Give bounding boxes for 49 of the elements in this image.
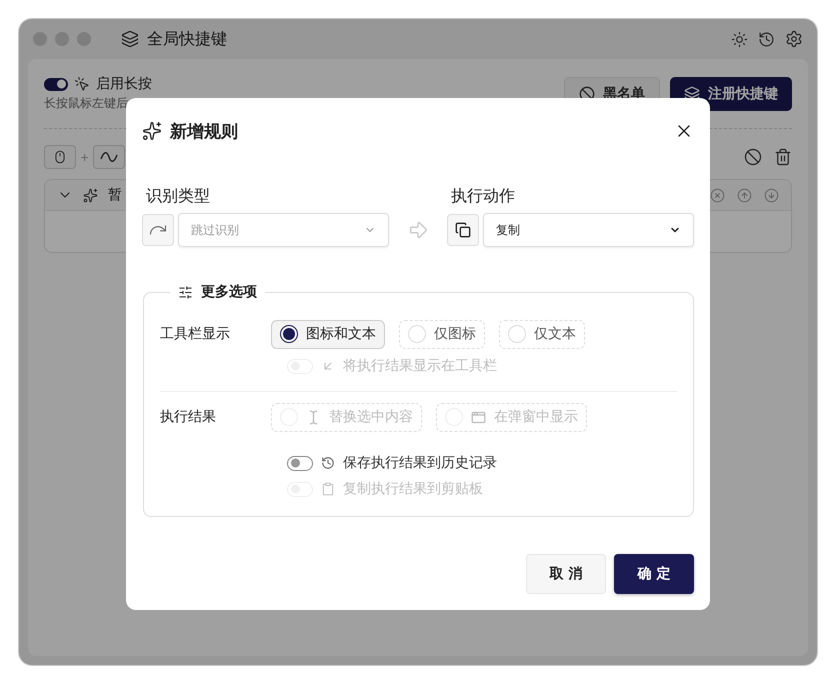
long-press-toggle[interactable]	[44, 78, 68, 90]
copy-button[interactable]	[447, 214, 479, 246]
mouse-key-chip[interactable]	[44, 145, 76, 169]
radio-option[interactable]: 仅文本	[499, 320, 585, 348]
window-icon	[471, 410, 486, 424]
action-select[interactable]: 复制	[483, 213, 694, 247]
settings-icon	[785, 30, 803, 48]
sparkle-icon	[83, 188, 98, 202]
brightness-icon	[731, 30, 748, 48]
more-options-title: 更多选项	[201, 283, 257, 301]
long-press-description: 长按鼠标左键后	[44, 95, 129, 112]
window-close-dot[interactable]	[33, 32, 47, 46]
option-toggle[interactable]	[287, 456, 313, 470]
window-zoom-dot[interactable]	[77, 32, 91, 46]
layers-icon	[121, 30, 139, 48]
toolbar-display-label: 工具栏显示	[160, 325, 231, 343]
history-icon	[321, 456, 335, 470]
cursor-click-icon	[74, 76, 90, 92]
sliders-icon	[178, 284, 193, 300]
radio-option[interactable]: 图标和文本	[271, 320, 385, 348]
window-minimize-dot[interactable]	[55, 32, 69, 46]
plus-sign: +	[80, 150, 90, 164]
dialog-title: 新增规则	[170, 120, 238, 142]
result-label: 执行结果	[160, 408, 217, 426]
copy-icon	[455, 222, 471, 238]
recognize-type-label: 识别类型	[145, 186, 211, 207]
redo-button[interactable]	[142, 214, 174, 246]
trash-icon	[774, 148, 792, 166]
action-label: 执行动作	[450, 186, 516, 207]
wave-icon	[100, 151, 118, 163]
sparkle-icon	[142, 121, 162, 141]
gesture-key-chip[interactable]	[93, 145, 126, 169]
toolbar-result-label: 将执行结果显示在工具栏	[343, 357, 497, 375]
radio-option[interactable]: 仅图标	[399, 320, 485, 348]
cancel-button[interactable]: 取 消	[526, 554, 606, 594]
mouse-icon	[53, 150, 67, 164]
arrow-right-icon	[407, 219, 429, 241]
confirm-button[interactable]: 确 定	[614, 554, 694, 594]
ban-icon	[744, 148, 762, 166]
option-toggle-label: 复制执行结果到剪贴板	[343, 480, 483, 498]
move-down-icon	[764, 188, 779, 202]
history-icon	[758, 30, 775, 48]
rule-title: 暂	[108, 186, 122, 204]
move-up-icon	[737, 188, 752, 202]
remove-icon	[710, 188, 725, 202]
clipboard-icon	[321, 482, 335, 496]
window-title: 全局快捷键	[147, 28, 227, 50]
option-toggle-label: 保存执行结果到历史记录	[343, 454, 497, 472]
long-press-label: 启用长按	[96, 75, 152, 93]
